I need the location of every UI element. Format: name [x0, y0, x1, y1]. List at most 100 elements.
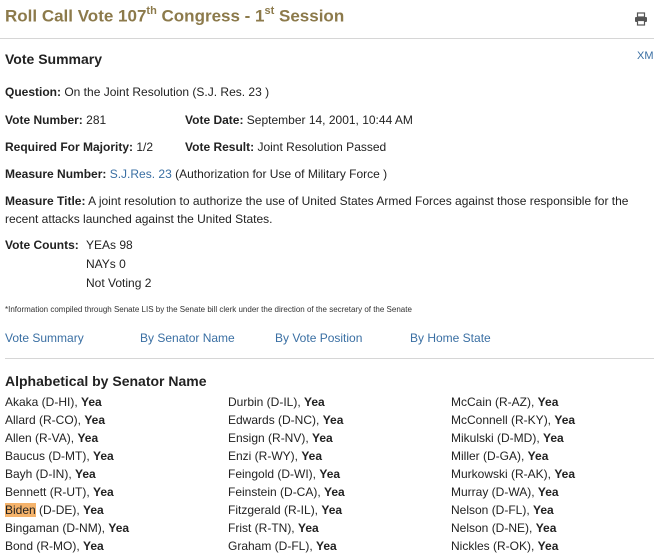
senator-vote: Yea [322, 413, 344, 427]
senator-entry: Bennett (R-UT), Yea [5, 485, 114, 499]
senator-vote: Yea [301, 449, 323, 463]
senator-entry: Akaka (D-HI), Yea [5, 395, 102, 409]
page-header: Roll Call Vote 107th Congress - 1st Sess… [0, 0, 654, 39]
senator-vote: Yea [108, 521, 130, 535]
senator-name: Durbin (D-IL), [228, 395, 305, 409]
divider [5, 358, 654, 359]
senator-entry: Fitzgerald (R-IL), Yea [228, 503, 342, 517]
senator-name: Baucus (D-MT), [5, 449, 94, 463]
highlighted-name: Biden [5, 503, 36, 517]
printer-icon[interactable] [634, 12, 648, 26]
senator-vote: Yea [312, 431, 333, 445]
senator-vote: Yea [554, 467, 576, 481]
nav-by-senator-name[interactable]: By Senator Name [140, 331, 235, 345]
senator-vote: Yea [537, 485, 559, 499]
senator-name: Murray (D-WA), [451, 485, 538, 499]
senator-name: Edwards (D-NC), [228, 413, 323, 427]
senator-entry: Frist (R-TN), Yea [228, 521, 319, 535]
senator-name: Feinstein (D-CA), [228, 485, 325, 499]
senator-entry: Mikulski (D-MD), Yea [451, 431, 564, 445]
senator-vote: Yea [83, 539, 104, 553]
senator-vote: Yea [93, 449, 114, 463]
senator-entry: Miller (D-GA), Yea [451, 449, 548, 463]
senator-vote: Yea [527, 449, 549, 463]
vote-summary-heading: Vote Summary [5, 51, 102, 67]
senator-vote: Yea [84, 413, 106, 427]
senator-name: Frist (R-TN), [228, 521, 298, 535]
senator-vote: Yea [297, 521, 319, 535]
senator-name: Fitzgerald (R-IL), [228, 503, 322, 517]
senator-entry: Allen (R-VA), Yea [5, 431, 98, 445]
senator-name: Bingaman (D-NM), [5, 521, 109, 535]
senator-vote: Yea [537, 395, 559, 409]
senator-name: McConnell (R-KY), [451, 413, 555, 427]
nav-by-vote-position[interactable]: By Vote Position [275, 331, 362, 345]
senator-vote: Yea [533, 503, 554, 517]
senator-entry: Nelson (D-NE), Yea [451, 521, 556, 535]
senator-name: Enzi (R-WY), [228, 449, 302, 463]
senator-vote: Yea [324, 485, 345, 499]
yeas-count: YEAs 98 [86, 238, 133, 252]
senator-vote: Yea [316, 539, 337, 553]
senator-entry: Murkowski (R-AK), Yea [451, 467, 575, 481]
senator-vote: Yea [554, 413, 576, 427]
senator-name: Ensign (R-NV), [228, 431, 313, 445]
senator-entry: Nickles (R-OK), Yea [451, 539, 558, 553]
senator-name: Allen (R-VA), [5, 431, 78, 445]
senator-name: Feingold (D-WI), [228, 467, 320, 481]
footnote: *Information compiled through Senate LIS… [5, 305, 412, 314]
nav-by-home-state[interactable]: By Home State [410, 331, 491, 345]
senator-entry: Bingaman (D-NM), Yea [5, 521, 129, 535]
question-row: Question: On the Joint Resolution (S.J. … [5, 85, 270, 99]
senator-name: Bond (R-MO), [5, 539, 84, 553]
senator-vote: Yea [321, 503, 343, 517]
senator-entry: Enzi (R-WY), Yea [228, 449, 322, 463]
senator-entry: Bond (R-MO), Yea [5, 539, 104, 553]
senator-name: Bayh (D-IN), [5, 467, 76, 481]
senator-entry: Durbin (D-IL), Yea [228, 395, 325, 409]
senator-entry: Baucus (D-MT), Yea [5, 449, 114, 463]
senator-entry: Bayh (D-IN), Yea [5, 467, 96, 481]
nav-vote-summary[interactable]: Vote Summary [5, 331, 84, 345]
senator-vote: Yea [77, 431, 99, 445]
senator-name: Nickles (R-OK), [451, 539, 538, 553]
senator-name: Miller (D-GA), [451, 449, 528, 463]
senator-entry: Ensign (R-NV), Yea [228, 431, 333, 445]
senator-name: Murkowski (R-AK), [451, 467, 555, 481]
measure-number-row: Measure Number: S.J.Res. 23 (Authorizati… [5, 167, 388, 181]
senator-entry: Feingold (D-WI), Yea [228, 467, 340, 481]
vote-result-row: Vote Result: Joint Resolution Passed [185, 140, 387, 154]
alphabetical-heading: Alphabetical by Senator Name [5, 373, 207, 389]
senator-entry: Murray (D-WA), Yea [451, 485, 559, 499]
senator-name: Allard (R-CO), [5, 413, 85, 427]
senator-vote: Yea [535, 521, 557, 535]
senator-entry: Allard (R-CO), Yea [5, 413, 105, 427]
senator-entry: McConnell (R-KY), Yea [451, 413, 575, 427]
vote-date-row: Vote Date: September 14, 2001, 10:44 AM [185, 113, 413, 127]
senator-vote: Yea [304, 395, 325, 409]
senator-vote: Yea [75, 467, 96, 481]
xml-link[interactable]: XM [637, 50, 654, 62]
senator-name: Graham (D-FL), [228, 539, 317, 553]
measure-title-row: Measure Title: A joint resolution to aut… [5, 194, 629, 226]
page-title: Roll Call Vote 107th Congress - 1st Sess… [5, 5, 345, 26]
senator-vote: Yea [83, 503, 104, 517]
vote-number-row: Vote Number: 281 [5, 113, 107, 127]
senator-entry: Feinstein (D-CA), Yea [228, 485, 345, 499]
senator-vote: Yea [319, 467, 341, 481]
senator-name: McCain (R-AZ), [451, 395, 538, 409]
senator-entry: Nelson (D-FL), Yea [451, 503, 554, 517]
senator-name: Bennett (R-UT), [5, 485, 94, 499]
senator-name: Mikulski (D-MD), [451, 431, 543, 445]
senator-vote: Yea [93, 485, 114, 499]
senator-name: Akaka (D-HI), [5, 395, 82, 409]
measure-number-link[interactable]: S.J.Res. 23 [110, 167, 172, 181]
senator-vote: Yea [537, 539, 559, 553]
senator-name: Nelson (D-NE), [451, 521, 536, 535]
not-voting-count: Not Voting 2 [86, 276, 152, 290]
senator-vote: Yea [81, 395, 102, 409]
senator-vote: Yea [543, 431, 564, 445]
senator-name: (D-DE), [35, 503, 84, 517]
nays-count: NAYs 0 [86, 257, 126, 271]
senator-entry: Graham (D-FL), Yea [228, 539, 337, 553]
